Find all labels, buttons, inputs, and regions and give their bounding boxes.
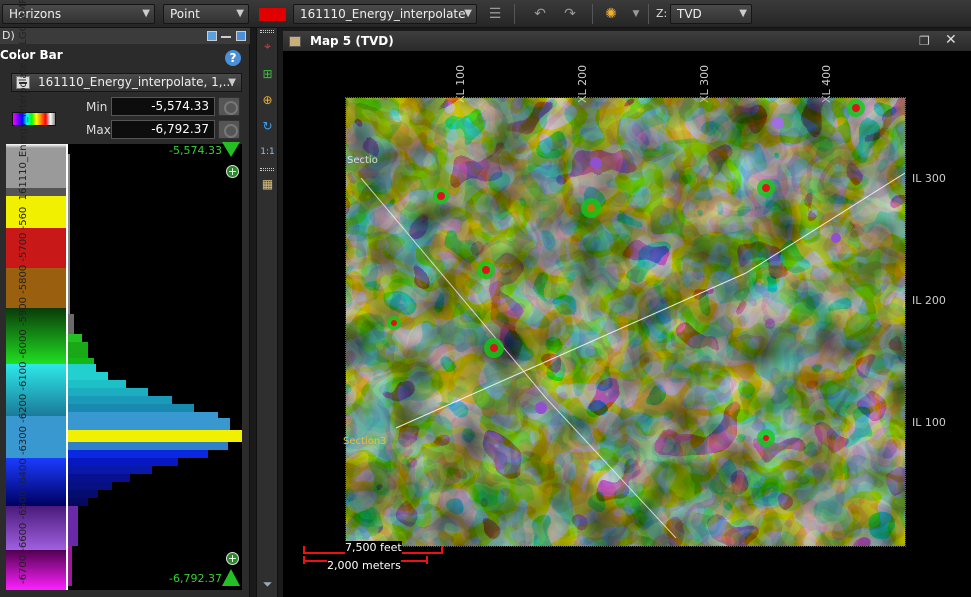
close-window-icon[interactable]: ✕ (945, 32, 957, 48)
il-label-200: IL 200 (912, 294, 946, 307)
toolbar-grip (260, 30, 274, 33)
minimize-icon[interactable] (221, 36, 231, 38)
scale-bar: 7,500 feet 2,000 meters (300, 541, 460, 583)
zoom-region-icon[interactable]: ⊞ (259, 66, 276, 83)
color-bar-ticks: -6700 -6600 -6500 -6400 -6300 -6200 -610… (18, 206, 29, 584)
panel-title: Color Bar (0, 48, 63, 62)
min-label: Min (86, 100, 108, 114)
main-toolbar: Horizons ▼ Point ▼ 161110_Energy_interpo… (0, 0, 971, 28)
color-bar-panel: D) Color Bar ? 161110_Energy_interpolate… (0, 0, 250, 597)
scale-bar-tick (303, 556, 305, 564)
light-options-chevron-icon[interactable]: ▼ (627, 5, 645, 23)
map-window-icon (289, 36, 301, 47)
chevron-down-icon: ▼ (739, 8, 747, 19)
chevron-down-icon: ▼ (228, 77, 236, 88)
color-swatch-button[interactable] (259, 8, 286, 21)
refresh-rotate-icon[interactable]: ↻ (259, 118, 276, 135)
il-label-300: IL 300 (912, 172, 946, 185)
layers-icon[interactable]: ☰ (486, 5, 504, 23)
amplitude-histogram (68, 154, 242, 586)
aspect-ratio-icon[interactable]: 1:1 (259, 144, 276, 161)
scale-meters-label: 2,000 meters (327, 559, 401, 572)
z-domain-dropdown[interactable]: TVD ▼ (670, 4, 752, 24)
scale-bar-tick (426, 556, 428, 564)
chevron-down-icon: ▼ (464, 8, 472, 19)
scale-bar-tick (441, 546, 443, 554)
color-bar-histogram: -6700 -6600 -6500 -6400 -6300 -6200 -610… (6, 0, 242, 590)
style-dropdown[interactable]: Point ▼ (163, 4, 249, 24)
view-toolbar: ⌖ ⊞ ⊕ ↻ 1:1 ▦ ⏷ (256, 28, 278, 597)
map-titlebar: Map 5 (TVD) ❐ ✕ (283, 31, 971, 51)
toolbar-grip (260, 168, 274, 171)
color-bar-attribute-name: 161110_Energy_interpolate, 1_LGC_AMPLITU… (18, 0, 29, 201)
attribute-value: 161110_Energy_interpolate, 1,... (38, 75, 235, 89)
color-bar-strip[interactable] (6, 144, 66, 590)
toolbar-separator (514, 4, 515, 24)
attribute-dropdown[interactable]: 161110_Energy_interpolate, 1,... ▼ (11, 73, 242, 92)
toolbar-separator (648, 4, 649, 24)
max-reset-button[interactable] (218, 120, 240, 139)
color-bar-bottom-value: -6,792.37 (169, 572, 222, 585)
map-settings-icon[interactable]: ▦ (259, 176, 276, 193)
z-domain-value: TVD (677, 7, 702, 21)
section-label-top[interactable]: Sectio (347, 155, 378, 166)
scale-feet-label: 7,500 feet (345, 541, 402, 554)
horizon-map-canvas[interactable] (345, 97, 906, 547)
maximize-icon[interactable] (236, 31, 246, 41)
surface-dropdown[interactable]: 161110_Energy_interpolate ▼ (293, 4, 477, 24)
zoom-in-bottom-icon[interactable]: + (226, 552, 239, 565)
color-bar-top-value: -5,574.33 (169, 144, 222, 157)
panel-header: D) (0, 28, 250, 44)
detach-icon[interactable] (207, 31, 217, 41)
chevron-down-icon: ▼ (236, 8, 244, 19)
redo-icon[interactable]: ↷ (561, 5, 579, 23)
toolbar-separator (592, 4, 593, 24)
max-label: Max (86, 123, 111, 137)
expand-down-icon[interactable]: ⏷ (259, 576, 276, 593)
panel-header-text: D) (2, 29, 15, 42)
chevron-down-icon: ▼ (142, 8, 150, 19)
map-window: Map 5 (TVD) ❐ ✕ XL 100 XL 200 XL 300 XL … (283, 31, 971, 597)
style-value: Point (170, 7, 200, 21)
object-type-value: Horizons (9, 7, 62, 21)
light-sun-icon[interactable]: ✺ (602, 5, 620, 23)
section-label-bottom[interactable]: Section3 (343, 436, 387, 447)
zoom-in-top-icon[interactable]: + (226, 165, 239, 178)
max-handle-triangle-icon[interactable] (222, 142, 240, 157)
help-icon[interactable]: ? (225, 50, 241, 66)
max-value-field[interactable]: -6,792.37 (111, 120, 215, 139)
scale-bar-tick (303, 546, 305, 554)
z-axis-label: Z: (656, 7, 668, 20)
il-label-100: IL 100 (912, 416, 946, 429)
color-bar-vertical-label: -6700 -6600 -6500 -6400 -6300 -6200 -610… (18, 0, 29, 584)
map-title: Map 5 (TVD) (310, 34, 394, 48)
select-pick-icon[interactable]: ⌖ (259, 38, 276, 55)
undo-icon[interactable]: ↶ (531, 5, 549, 23)
min-value-field[interactable]: -5,574.33 (111, 97, 215, 116)
surface-value: 161110_Energy_interpolate (300, 7, 466, 21)
zoom-icon[interactable]: ⊕ (259, 92, 276, 109)
min-handle-triangle-icon[interactable] (222, 569, 240, 586)
restore-window-icon[interactable]: ❐ (919, 34, 930, 48)
horizon-amplitude-map[interactable] (346, 98, 905, 546)
min-reset-button[interactable] (218, 97, 240, 116)
